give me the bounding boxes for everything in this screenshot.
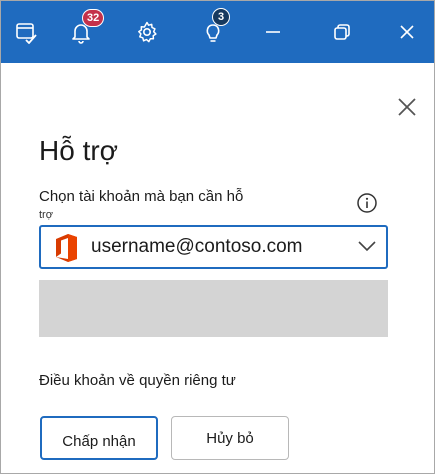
account-dropdown[interactable]: username@contoso.com [39, 225, 388, 269]
cancel-button[interactable]: Hủy bỏ [171, 416, 289, 460]
office-logo-icon [56, 234, 77, 262]
privacy-terms-link[interactable]: Điều khoản về quyền riêng tư [39, 372, 236, 389]
tasks-icon [16, 23, 37, 44]
tips-button[interactable]: 3 [188, 1, 238, 63]
window-close-button[interactable] [382, 1, 432, 63]
minimize-icon [266, 31, 280, 33]
tips-count-badge: 3 [212, 8, 230, 26]
account-select-label-text: Chọn tài khoản mà bạn cần hỗ [39, 188, 244, 205]
restore-icon [334, 24, 350, 40]
settings-button[interactable] [122, 1, 172, 63]
title-bar: 32 3 [1, 1, 434, 63]
account-select-label-wrap: trợ [39, 209, 53, 221]
close-icon [400, 25, 414, 39]
app-window: 32 3 Hỗ trợ Chọn tài khoản mà bạn cần hỗ… [0, 0, 435, 474]
accept-button[interactable]: Chấp nhận [40, 416, 158, 460]
info-icon[interactable] [356, 192, 378, 214]
content-placeholder [39, 280, 388, 337]
minimize-button[interactable] [248, 1, 298, 63]
panel-title: Hỗ trợ [39, 135, 119, 166]
notifications-count-badge: 32 [82, 9, 105, 27]
gear-icon [138, 21, 157, 43]
restore-button[interactable] [317, 1, 367, 63]
tasks-button[interactable] [1, 1, 51, 63]
account-email: username@contoso.com [91, 236, 303, 257]
chevron-down-icon [358, 241, 376, 252]
account-select-label: Chọn tài khoản mà bạn cần hỗ trợ [39, 187, 269, 221]
notifications-button[interactable]: 32 [56, 1, 106, 63]
panel-close-icon[interactable] [396, 96, 418, 118]
